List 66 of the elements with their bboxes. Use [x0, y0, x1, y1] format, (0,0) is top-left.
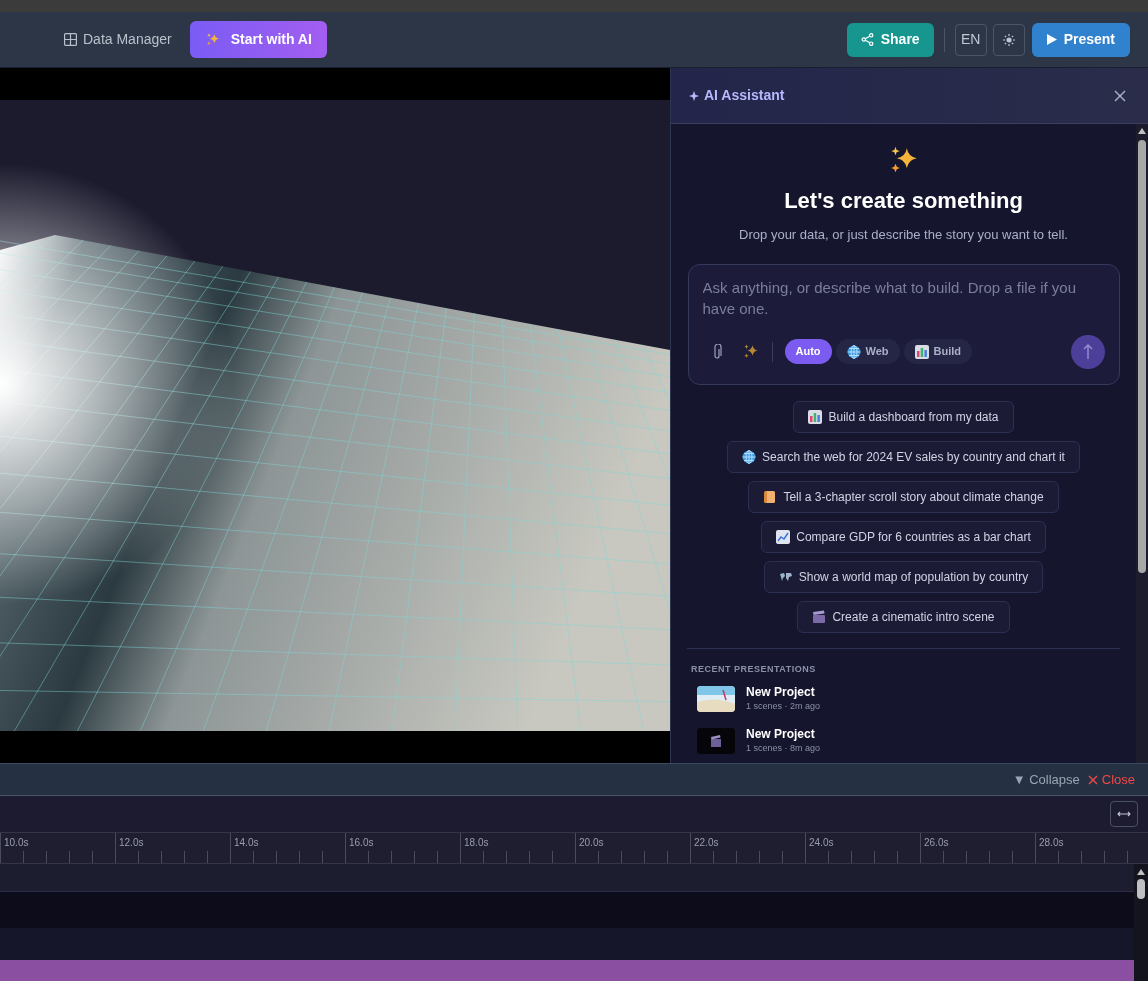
suggestion-chip[interactable]: Create a cinematic intro scene	[797, 600, 1010, 633]
arrow-up-icon	[1082, 343, 1093, 360]
present-button[interactable]: Present	[1031, 22, 1130, 57]
tick-label: 12.0s	[119, 836, 144, 850]
suggestion-chip[interactable]: Compare GDP for 6 countries as a bar chart	[761, 520, 1046, 553]
suggestion-chip[interactable]: Build a dashboard from my data	[793, 400, 1014, 433]
bar-chart-icon	[808, 409, 823, 424]
project-title: New Project	[746, 685, 816, 700]
fit-width-button[interactable]	[1110, 801, 1138, 827]
send-button[interactable]	[1070, 334, 1105, 369]
scrollbar-thumb[interactable]	[1138, 140, 1146, 573]
share-icon	[860, 33, 874, 46]
scrollbar-thumb[interactable]	[1137, 879, 1145, 899]
data-manager-button[interactable]: Data Manager	[64, 29, 172, 50]
tick-label: 24.0s	[809, 836, 834, 850]
scroll-up-arrow-icon[interactable]	[1138, 128, 1146, 134]
scroll-icon	[763, 489, 778, 504]
close-icon	[1087, 774, 1098, 785]
section-heading: RECENT PRESENTATIONS	[691, 662, 817, 676]
tick-label: 22.0s	[694, 836, 719, 850]
close-timeline-button[interactable]: Close	[1087, 769, 1135, 790]
tick-label: 18.0s	[464, 836, 489, 850]
language-button[interactable]: EN	[954, 23, 987, 56]
globe-icon	[846, 344, 861, 359]
welcome-heading: Let's create something	[784, 187, 1023, 215]
scrollbar[interactable]	[1136, 124, 1148, 763]
tick-label: 28.0s	[1039, 836, 1064, 850]
sparkle-icon	[689, 90, 699, 101]
paperclip-icon[interactable]	[711, 343, 722, 360]
grid-icon	[64, 33, 77, 46]
scroll-up-arrow-icon[interactable]	[1137, 869, 1145, 875]
mode-chip[interactable]: Auto	[784, 339, 832, 364]
bar-chart-icon	[914, 344, 929, 359]
recent-project-item[interactable]: New Project 1 scenes · 2m ago	[697, 685, 1116, 714]
clapperboard-icon	[812, 609, 827, 624]
collapse-button[interactable]: ▼ Collapse	[1012, 769, 1080, 790]
project-title: New Project	[746, 726, 816, 742]
horizontal-arrows-icon	[1117, 810, 1131, 818]
mode-chip[interactable]: Build	[903, 339, 973, 364]
panel-title: AI Assistant	[704, 86, 785, 105]
thumbnail-drawing	[697, 727, 735, 754]
share-button[interactable]: Share	[846, 22, 934, 57]
project-meta: 1 scenes · 2m ago	[746, 700, 821, 713]
suggestion-chip[interactable]: Tell a 3-chapter scroll story about climate change	[748, 480, 1059, 513]
tick-label: 26.0s	[924, 836, 949, 850]
timeline-clip[interactable]	[0, 960, 1134, 981]
tick-label: 14.0s	[234, 836, 259, 850]
theme-toggle-button[interactable]	[992, 23, 1025, 56]
project-meta: 1 scenes · 8m ago	[746, 741, 821, 755]
recent-project-item[interactable]: New Project 1 scenes · 8m ago	[697, 726, 1116, 755]
tick-label: 16.0s	[349, 836, 374, 850]
mode-chip[interactable]: Web	[835, 339, 900, 364]
start-with-ai-button[interactable]: Start with AI	[189, 21, 327, 58]
tick-label: 10.0s	[4, 836, 29, 850]
thumbnail-drawing	[697, 686, 735, 713]
play-icon	[1046, 34, 1057, 45]
close-icon	[1114, 89, 1126, 102]
welcome-subtitle: Drop your data, or just describe the story you want to tell.	[739, 226, 1068, 244]
globe-icon	[742, 449, 757, 464]
suggestion-chip[interactable]: Show a world map of population by country	[763, 560, 1044, 593]
prompt-field[interactable]: Ask anything, or describe what to build. Drop a file if you have one. Auto Web Build	[687, 263, 1120, 385]
tick-label: 20.0s	[579, 836, 604, 850]
suggestion-chip[interactable]: Search the web for 2024 EV sales by country and chart it	[727, 440, 1080, 473]
line-chart-icon	[776, 529, 791, 544]
scrollbar[interactable]	[1134, 864, 1148, 981]
sun-icon	[1002, 33, 1015, 46]
